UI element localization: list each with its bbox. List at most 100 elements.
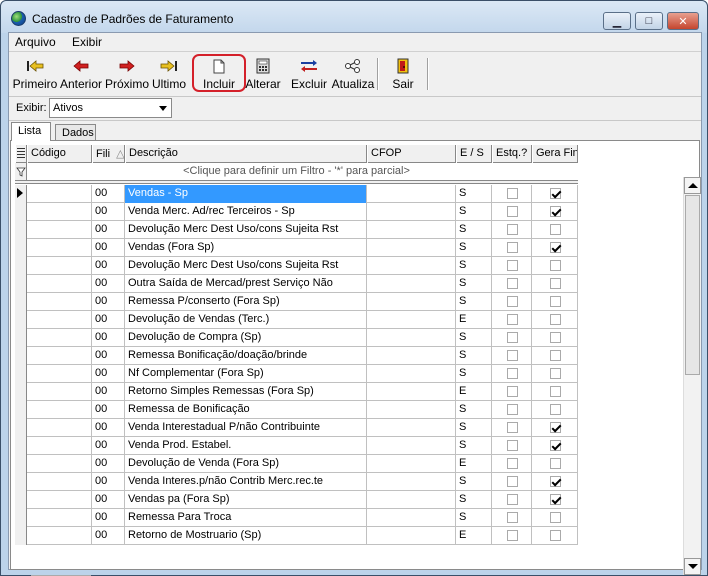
gera-fin-checkbox[interactable] (550, 404, 561, 415)
column-header-gera-fin[interactable]: Gera Fin (532, 145, 578, 163)
gera-fin-checkbox[interactable] (550, 242, 561, 253)
menu-exibir[interactable]: Exibir (72, 35, 102, 49)
estq-checkbox[interactable] (507, 386, 518, 397)
cell-codigo[interactable] (27, 275, 92, 293)
incluir-button[interactable]: Incluir (197, 52, 241, 96)
cell-codigo[interactable] (27, 383, 92, 401)
cell-es[interactable]: S (456, 419, 492, 437)
tab-dados[interactable]: Dados (55, 124, 96, 140)
cell-es[interactable]: S (456, 257, 492, 275)
cell-es[interactable]: E (456, 311, 492, 329)
exibir-select[interactable]: Ativos (49, 98, 172, 118)
cell-codigo[interactable] (27, 401, 92, 419)
estq-checkbox[interactable] (507, 458, 518, 469)
cell-es[interactable]: S (456, 203, 492, 221)
gera-fin-checkbox[interactable] (550, 314, 561, 325)
proximo-button[interactable]: Próximo (105, 52, 149, 96)
cell-cfop[interactable] (367, 365, 456, 383)
table-row[interactable]: 00 Devolução de Venda (Fora Sp) E (15, 455, 578, 473)
column-header-descricao[interactable]: Descrição (125, 145, 367, 163)
cell-fili[interactable]: 00 (92, 293, 125, 311)
cell-cfop[interactable] (367, 419, 456, 437)
table-row[interactable]: 00 Retorno de Mostruario (Sp) E (15, 527, 578, 545)
cell-es[interactable]: S (456, 329, 492, 347)
cell-codigo[interactable] (27, 455, 92, 473)
cell-fili[interactable]: 00 (92, 419, 125, 437)
cell-descricao[interactable]: Devolução de Compra (Sp) (125, 329, 367, 347)
gera-fin-checkbox[interactable] (550, 188, 561, 199)
minimize-button[interactable]: ▁ (603, 12, 631, 30)
cell-es[interactable]: E (456, 383, 492, 401)
cell-cfop[interactable] (367, 293, 456, 311)
row-indicator[interactable] (15, 203, 27, 221)
tab-lista[interactable]: Lista (11, 122, 51, 141)
cell-fili[interactable]: 00 (92, 329, 125, 347)
cell-es[interactable]: S (456, 239, 492, 257)
cell-cfop[interactable] (367, 203, 456, 221)
cell-cfop[interactable] (367, 347, 456, 365)
estq-checkbox[interactable] (507, 188, 518, 199)
cell-fili[interactable]: 00 (92, 221, 125, 239)
cell-es[interactable]: E (456, 455, 492, 473)
estq-checkbox[interactable] (507, 224, 518, 235)
column-header-estq[interactable]: Estq.? (492, 145, 532, 163)
cell-codigo[interactable] (27, 221, 92, 239)
cell-fili[interactable]: 00 (92, 509, 125, 527)
estq-checkbox[interactable] (507, 242, 518, 253)
cell-descricao[interactable]: Venda Prod. Estabel. (125, 437, 367, 455)
column-header-cfop[interactable]: CFOP (367, 145, 456, 163)
anterior-button[interactable]: Anterior (59, 52, 103, 96)
menu-arquivo[interactable]: Arquivo (15, 35, 56, 49)
table-row[interactable]: 00 Remessa Para Troca S (15, 509, 578, 527)
cell-fili[interactable]: 00 (92, 347, 125, 365)
row-indicator[interactable] (15, 383, 27, 401)
cell-fili[interactable]: 00 (92, 455, 125, 473)
cell-codigo[interactable] (27, 437, 92, 455)
gera-fin-checkbox[interactable] (550, 260, 561, 271)
cell-fili[interactable]: 00 (92, 365, 125, 383)
cell-fili[interactable]: 00 (92, 311, 125, 329)
cell-fili[interactable]: 00 (92, 473, 125, 491)
atualiza-button[interactable]: Atualiza (331, 52, 375, 96)
cell-codigo[interactable] (27, 509, 92, 527)
row-indicator[interactable] (15, 293, 27, 311)
cell-cfop[interactable] (367, 509, 456, 527)
cell-fili[interactable]: 00 (92, 203, 125, 221)
cell-es[interactable]: S (456, 473, 492, 491)
cell-codigo[interactable] (27, 491, 92, 509)
cell-descricao[interactable]: Venda Merc. Ad/rec Terceiros - Sp (125, 203, 367, 221)
cell-cfop[interactable] (367, 221, 456, 239)
gera-fin-checkbox[interactable] (550, 422, 561, 433)
cell-descricao[interactable]: Remessa Para Troca (125, 509, 367, 527)
estq-checkbox[interactable] (507, 440, 518, 451)
gera-fin-checkbox[interactable] (550, 206, 561, 217)
cell-descricao[interactable]: Devolução Merc Dest Uso/cons Sujeita Rst (125, 221, 367, 239)
cell-fili[interactable]: 00 (92, 527, 125, 545)
estq-checkbox[interactable] (507, 404, 518, 415)
table-row[interactable]: 00 Vendas pa (Fora Sp) S (15, 491, 578, 509)
cell-descricao[interactable]: Devolução de Vendas (Terc.) (125, 311, 367, 329)
table-row[interactable]: 00 Venda Merc. Ad/rec Terceiros - Sp S (15, 203, 578, 221)
cell-codigo[interactable] (27, 365, 92, 383)
column-chooser-icon[interactable] (15, 145, 27, 163)
gera-fin-checkbox[interactable] (550, 350, 561, 361)
cell-descricao[interactable]: Remessa P/conserto (Fora Sp) (125, 293, 367, 311)
title-bar[interactable]: Cadastro de Padrões de Faturamento ▁ □ ✕ (1, 1, 707, 33)
cell-fili[interactable]: 00 (92, 257, 125, 275)
estq-checkbox[interactable] (507, 512, 518, 523)
gera-fin-checkbox[interactable] (550, 278, 561, 289)
estq-checkbox[interactable] (507, 332, 518, 343)
cell-cfop[interactable] (367, 311, 456, 329)
cell-cfop[interactable] (367, 383, 456, 401)
cell-descricao[interactable]: Venda Interes.p/não Contrib Merc.rec.te (125, 473, 367, 491)
estq-checkbox[interactable] (507, 314, 518, 325)
table-row[interactable]: 00 Outra Saída de Mercad/prest Serviço Nã… (15, 275, 578, 293)
cell-es[interactable]: S (456, 347, 492, 365)
cell-codigo[interactable] (27, 347, 92, 365)
table-row[interactable]: 00 Remessa de Bonificação S (15, 401, 578, 419)
cell-es[interactable]: S (456, 365, 492, 383)
cell-descricao[interactable]: Nf Complementar (Fora Sp) (125, 365, 367, 383)
cell-descricao[interactable]: Retorno Simples Remessas (Fora Sp) (125, 383, 367, 401)
estq-checkbox[interactable] (507, 260, 518, 271)
cell-descricao[interactable]: Outra Saída de Mercad/prest Serviço Não (125, 275, 367, 293)
